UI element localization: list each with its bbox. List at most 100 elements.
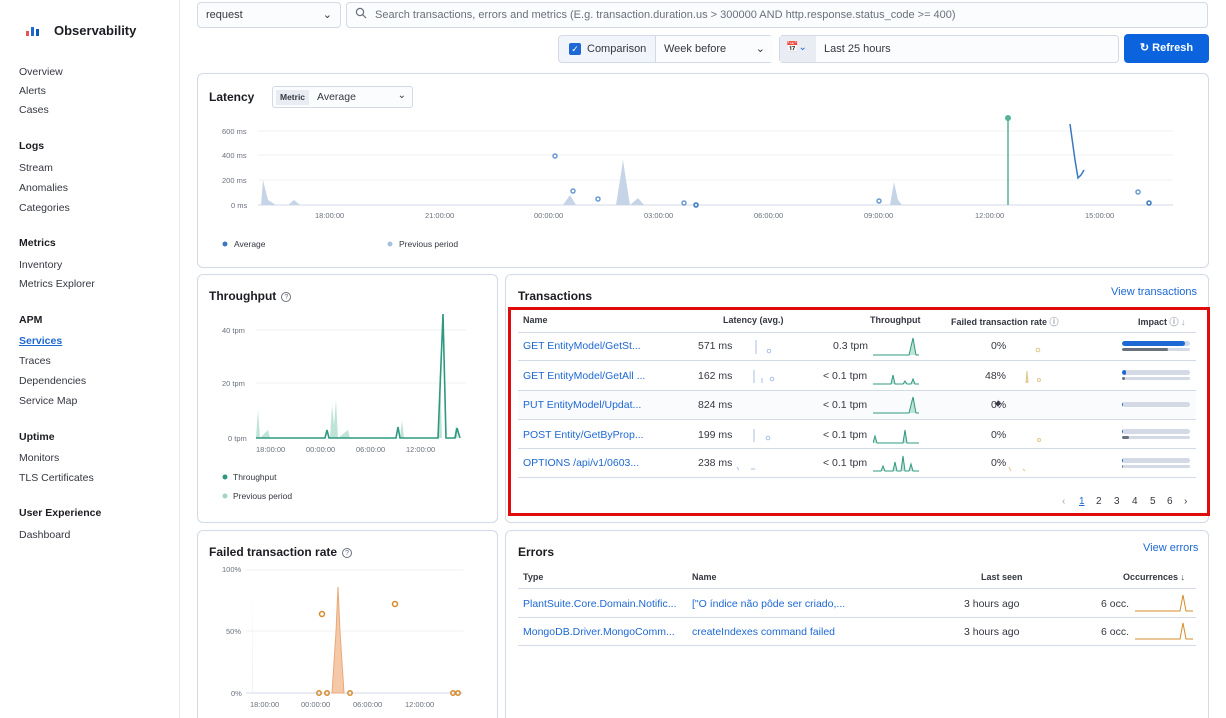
col-occurrences-label: Occurrences [1123, 572, 1179, 582]
search-placeholder: Search transactions, errors and metrics … [375, 9, 956, 21]
error-occurrences: 6 occ. [1101, 626, 1130, 638]
comparison-control: ✓ Comparison Week before ⌄ [558, 35, 773, 63]
app-title: Observability [54, 22, 137, 38]
sidebar-item-overview[interactable]: Overview [19, 66, 63, 78]
error-last-seen: 3 hours ago [964, 626, 1020, 638]
metric-tag: Metric [276, 90, 310, 105]
failed-rate-title-text: Failed transaction rate [209, 545, 338, 559]
throughput-x-tick: 18:00:00 [256, 445, 285, 454]
sidebar-item-tls-certificates[interactable]: TLS Certificates [19, 472, 94, 484]
refresh-button[interactable]: ↻ Refresh [1124, 34, 1209, 63]
sidebar-item-stream[interactable]: Stream [19, 162, 53, 174]
sidebar-item-anomalies[interactable]: Anomalies [19, 182, 68, 194]
observability-logo-icon [20, 18, 44, 42]
latency-legend-previous: Previous period [399, 239, 458, 249]
chevron-down-icon: ⌄ [755, 43, 765, 55]
sidebar-item-services[interactable]: Services [19, 335, 62, 347]
throughput-y-tick: 20 tpm [222, 379, 245, 388]
help-icon[interactable]: ? [342, 548, 353, 558]
errors-title: Errors [518, 545, 555, 559]
search-input[interactable]: Search transactions, errors and metrics … [346, 2, 1208, 28]
col-type[interactable]: Type [523, 572, 543, 582]
error-occurrences: 6 occ. [1101, 598, 1130, 610]
metric-value: Average [317, 91, 356, 103]
search-icon [355, 7, 367, 19]
sidebar-item-dashboard[interactable]: Dashboard [19, 529, 70, 541]
error-name[interactable]: ["O índice não pôde ser criado,... [692, 598, 845, 610]
col-last-seen[interactable]: Last seen [981, 572, 1023, 582]
sidebar-heading-logs: Logs [19, 140, 45, 152]
error-type[interactable]: MongoDB.Driver.MongoComm... [523, 626, 675, 638]
error-name[interactable]: createIndexes command failed [692, 626, 835, 638]
date-range-value: Last 25 hours [824, 43, 891, 55]
failed-rate-chart: 100% 50% 0% 18:00:00 00:00:00 06:00:00 1… [222, 565, 463, 709]
sidebar-item-categories[interactable]: Categories [19, 202, 70, 214]
occurrences-sparkline [1135, 622, 1193, 640]
sidebar-item-dependencies[interactable]: Dependencies [19, 375, 86, 387]
latency-x-tick: 09:00:00 [864, 211, 893, 220]
failed-x-tick: 12:00:00 [405, 700, 434, 709]
sidebar-item-metrics-explorer[interactable]: Metrics Explorer [19, 278, 95, 290]
refresh-label: Refresh [1152, 42, 1194, 54]
throughput-y-tick: 0 tpm [228, 434, 247, 443]
throughput-y-tick: 40 tpm [222, 326, 245, 335]
error-type[interactable]: PlantSuite.Core.Domain.Notific... [523, 598, 676, 610]
sidebar: Observability Overview Alerts Cases Logs… [0, 0, 180, 718]
date-picker[interactable]: 📅⌄ Last 25 hours [779, 35, 1119, 63]
occurrences-sparkline [1135, 594, 1193, 612]
latency-x-tick: 18:00:00 [315, 211, 344, 220]
latency-x-tick: 12:00:00 [975, 211, 1004, 220]
sort-down-icon: ↓ [1178, 572, 1186, 582]
throughput-x-tick: 00:00:00 [306, 445, 335, 454]
comparison-label: Comparison [587, 43, 647, 55]
sidebar-item-alerts[interactable]: Alerts [19, 85, 46, 97]
calendar-icon[interactable]: 📅⌄ [780, 36, 816, 62]
app-logo[interactable]: Observability [20, 18, 136, 42]
col-error-name[interactable]: Name [692, 572, 717, 582]
sidebar-item-service-map[interactable]: Service Map [19, 395, 77, 407]
latency-y-tick: 400 ms [222, 151, 247, 160]
col-occurrences[interactable]: Occurrences ↓ [1123, 572, 1185, 582]
latency-title: Latency [209, 90, 255, 104]
latency-x-tick: 03:00:00 [644, 211, 673, 220]
view-transactions-link[interactable]: View transactions [1111, 286, 1197, 298]
chevron-down-icon: ⌄ [322, 9, 332, 21]
throughput-legend-current: Throughput [233, 472, 277, 482]
highlight-box [508, 307, 1210, 516]
transaction-type-value: request [206, 9, 243, 21]
failed-y-tick: 0% [231, 689, 242, 698]
sidebar-heading-user-experience: User Experience [19, 507, 102, 519]
latency-x-tick: 21:00:00 [425, 211, 454, 220]
latency-metric-select[interactable]: Metric Average ⌄ [272, 86, 413, 108]
latency-y-tick: 200 ms [222, 176, 247, 185]
failed-x-tick: 18:00:00 [250, 700, 279, 709]
latency-x-tick: 06:00:00 [754, 211, 783, 220]
sidebar-item-traces[interactable]: Traces [19, 355, 51, 367]
throughput-legend-previous: Previous period [233, 491, 292, 501]
throughput-title: Throughput? [209, 289, 292, 303]
latency-legend-average: Average [234, 239, 266, 249]
sidebar-item-monitors[interactable]: Monitors [19, 452, 59, 464]
table-divider [518, 645, 1196, 646]
failed-rate-title: Failed transaction rate? [209, 545, 353, 559]
failed-x-tick: 06:00:00 [353, 700, 382, 709]
sidebar-heading-apm: APM [19, 314, 43, 326]
throughput-title-text: Throughput [209, 289, 277, 303]
help-icon[interactable]: ? [281, 292, 292, 302]
sidebar-heading-uptime: Uptime [19, 431, 55, 443]
latency-y-tick: 600 ms [222, 127, 247, 136]
view-errors-link[interactable]: View errors [1143, 542, 1198, 554]
throughput-x-tick: 12:00:00 [406, 445, 435, 454]
comparison-checkbox[interactable]: ✓ [569, 43, 581, 55]
sidebar-item-cases[interactable]: Cases [19, 104, 49, 116]
error-last-seen: 3 hours ago [964, 598, 1020, 610]
transactions-title: Transactions [518, 289, 593, 303]
comparison-period-select[interactable]: Week before ⌄ [655, 36, 773, 62]
sidebar-heading-metrics: Metrics [19, 237, 56, 249]
latency-x-tick: 15:00:00 [1085, 211, 1114, 220]
throughput-chart: 40 tpm 20 tpm 0 tpm 18:00:00 00:00:00 06… [222, 313, 466, 501]
table-divider [518, 588, 1196, 589]
transaction-type-select[interactable]: request ⌄ [197, 2, 341, 28]
latency-y-tick: 0 ms [231, 201, 248, 210]
sidebar-item-inventory[interactable]: Inventory [19, 259, 62, 271]
